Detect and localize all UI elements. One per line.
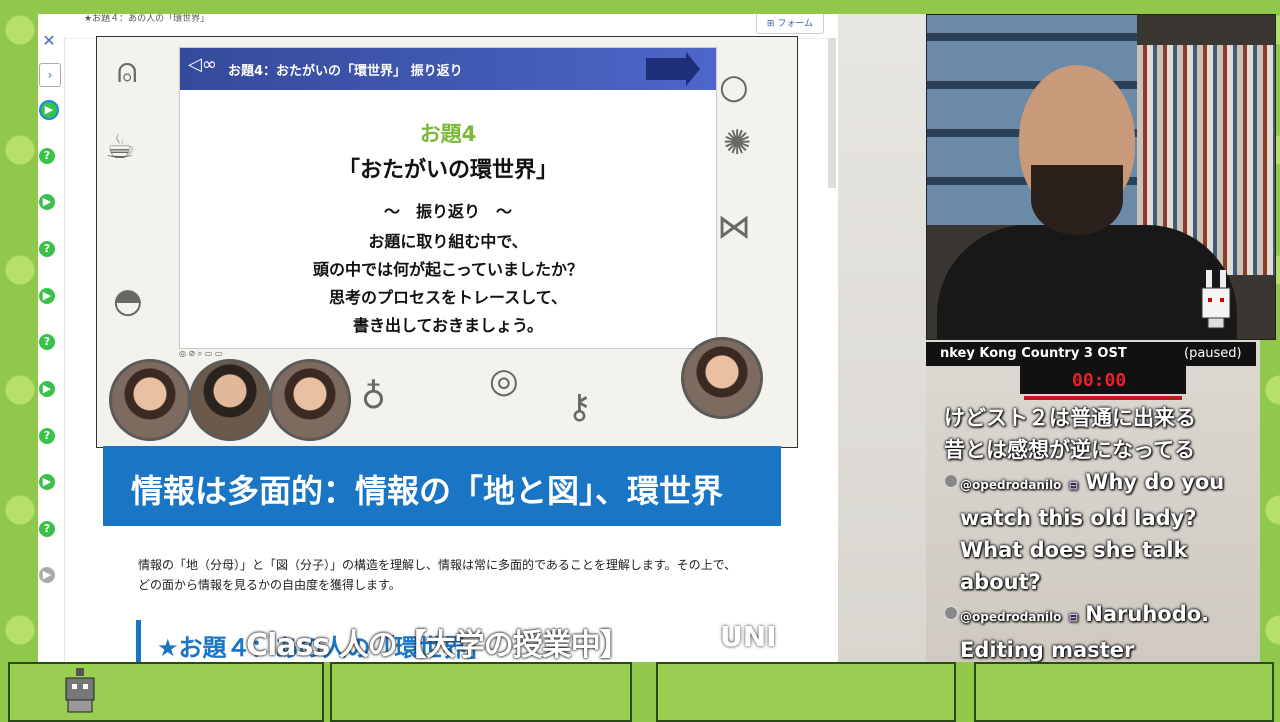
stream-caption-side: UNI — [720, 620, 777, 653]
participant-avatar — [109, 359, 191, 441]
slide-title: 「おたがいの環世界」 — [337, 158, 558, 183]
chat-username: @opedrodanilo — [960, 610, 1062, 624]
timer: 00:00 — [1020, 366, 1186, 400]
bag-icon: ♁ — [361, 377, 386, 417]
timer-bar — [1024, 396, 1182, 400]
chat-text: Naruhodo. — [1085, 602, 1210, 626]
chat-overlay: けどスト２は普通に出来る 昔とは感想が逆になってる @opedrodanilo … — [944, 402, 1244, 662]
sketch-panel — [838, 14, 928, 662]
emote-slot — [974, 662, 1274, 722]
help-icon[interactable]: ? — [39, 521, 55, 537]
bell-icon: ⍝ — [117, 51, 138, 91]
slide-header-text: お題4：おたがいの「環世界」 振り返り — [228, 64, 463, 79]
key-icon: ⚷ — [567, 387, 592, 427]
chat-message: @opedrodanilo ⊟ Naruhodo. Editing master — [944, 598, 1244, 666]
cat-mascot-icon — [65, 668, 95, 713]
slide-subtitle: ～ 振り返り ～ — [383, 202, 512, 221]
bell-icon: ◎ — [489, 361, 519, 401]
chat-text: What does she talk — [960, 538, 1188, 562]
chat-message: @opedrodanilo ⊟ Why do you watch this ol… — [944, 466, 1244, 598]
play-icon[interactable]: ▶ — [39, 381, 55, 397]
form-button-label: フォーム — [777, 19, 814, 29]
pattern-icon: ⋈ — [717, 207, 751, 247]
slide-body-line: 頭の中では何が起こっていましたか？ — [312, 260, 584, 279]
host-avatar — [681, 337, 763, 419]
emote-slot — [656, 662, 956, 722]
scrollbar[interactable] — [828, 38, 836, 188]
chat-message: 昔とは感想が逆になってる — [944, 438, 1195, 462]
help-icon[interactable]: ? — [39, 148, 55, 164]
helmet-icon: ◓ — [113, 281, 143, 321]
form-button[interactable]: ⊞ フォーム — [756, 14, 824, 34]
kettle-icon: ☕ — [105, 127, 136, 167]
play-icon[interactable]: ▶ — [39, 194, 55, 210]
streamer-beard — [1031, 165, 1123, 235]
slide-card: ◁∞ お題4：おたがいの「環世界」 振り返り お題4 「おたがいの環世界」 ～ … — [179, 47, 717, 349]
chat-username: @opedrodanilo — [960, 478, 1062, 492]
avatar — [944, 606, 958, 620]
expand-button[interactable]: › — [39, 63, 61, 87]
help-icon[interactable]: ? — [39, 241, 55, 257]
help-icon[interactable]: ? — [39, 334, 55, 350]
rabbit-mascot-icon — [1201, 270, 1231, 329]
chat-message: けどスト２は普通に出来る — [944, 406, 1196, 430]
play-icon[interactable]: ▶ — [39, 100, 59, 120]
stream-caption: Class 人の【大学の授業中】 — [246, 628, 630, 663]
description-paragraph: 情報の「地（分母）」と「図（分子）」の構造を理解し、情報は常に多面的であることを… — [138, 558, 737, 592]
chat-text: about? — [960, 570, 1041, 594]
participant-avatar — [189, 359, 271, 441]
participant-avatar — [269, 359, 351, 441]
chat-text: watch this old lady? — [960, 506, 1197, 530]
slide-number: お題4 — [419, 122, 477, 146]
document-viewer: ★お題４：あの人の「環世界」 ⊞ フォーム ✕ › ▶ ? ▶ ? ▶ ? ▶ … — [38, 14, 838, 662]
badge-icon: ⊟ — [1068, 611, 1078, 624]
emote-slot — [8, 662, 324, 722]
slide-image: ⍝ ☕ ◓ ○ ✺ ⋈ ♁ ◎ ⚷ ◁∞ お題4：おたがいの「環世界」 振り返り… — [96, 36, 798, 448]
play-icon[interactable]: ▶ — [39, 474, 55, 490]
slide-toolbar[interactable]: ◎ ⊘ ⌕ ▭ ▭ — [179, 349, 222, 359]
side-rail: ✕ › ▶ ? ▶ ? ▶ ? ▶ ? ▶ ? ▶ — [38, 31, 65, 662]
emote-slot — [330, 662, 632, 722]
glasses-logo-icon: ◁∞ — [188, 54, 217, 75]
slide-body: お題に取り組む中で、 頭の中では何が起こっていましたか？ 思考のプロセスをトレー… — [180, 228, 716, 340]
play-icon[interactable]: ▶ — [39, 567, 55, 583]
slide-body-line: お題に取り組む中で、 — [368, 232, 528, 251]
close-icon[interactable]: ✕ — [38, 30, 60, 52]
slide-body-line: 思考のプロセスをトレースして、 — [329, 288, 567, 307]
badge-icon: ⊟ — [1068, 479, 1078, 492]
arrow-icon — [646, 52, 700, 86]
playback-status: (paused) — [1184, 346, 1242, 361]
chat-text: Why do you — [1085, 470, 1225, 494]
avatar — [944, 474, 958, 488]
shell-icon: ✺ — [723, 123, 752, 163]
doc-tab-title: ★お題４：あの人の「環世界」 — [84, 14, 210, 24]
play-icon[interactable]: ▶ — [39, 288, 55, 304]
slide-header: ◁∞ お題4：おたがいの「環世界」 振り返り — [180, 48, 716, 90]
banner-text: 情報は多面的：情報の「地と図」、環世界 — [131, 472, 724, 510]
streamer-torso — [937, 225, 1237, 339]
slide-body-line: 書き出しておきましょう。 — [352, 316, 544, 335]
timer-value: 00:00 — [1072, 370, 1127, 391]
song-title: nkey Kong Country 3 OST — [940, 346, 1127, 361]
section-banner: 情報は多面的：情報の「地と図」、環世界 — [103, 446, 781, 526]
now-playing-bar: nkey Kong Country 3 OST (paused) — [926, 342, 1256, 366]
help-icon[interactable]: ? — [39, 428, 55, 444]
ring-icon: ○ — [719, 67, 749, 107]
form-icon: ⊞ — [766, 19, 775, 29]
